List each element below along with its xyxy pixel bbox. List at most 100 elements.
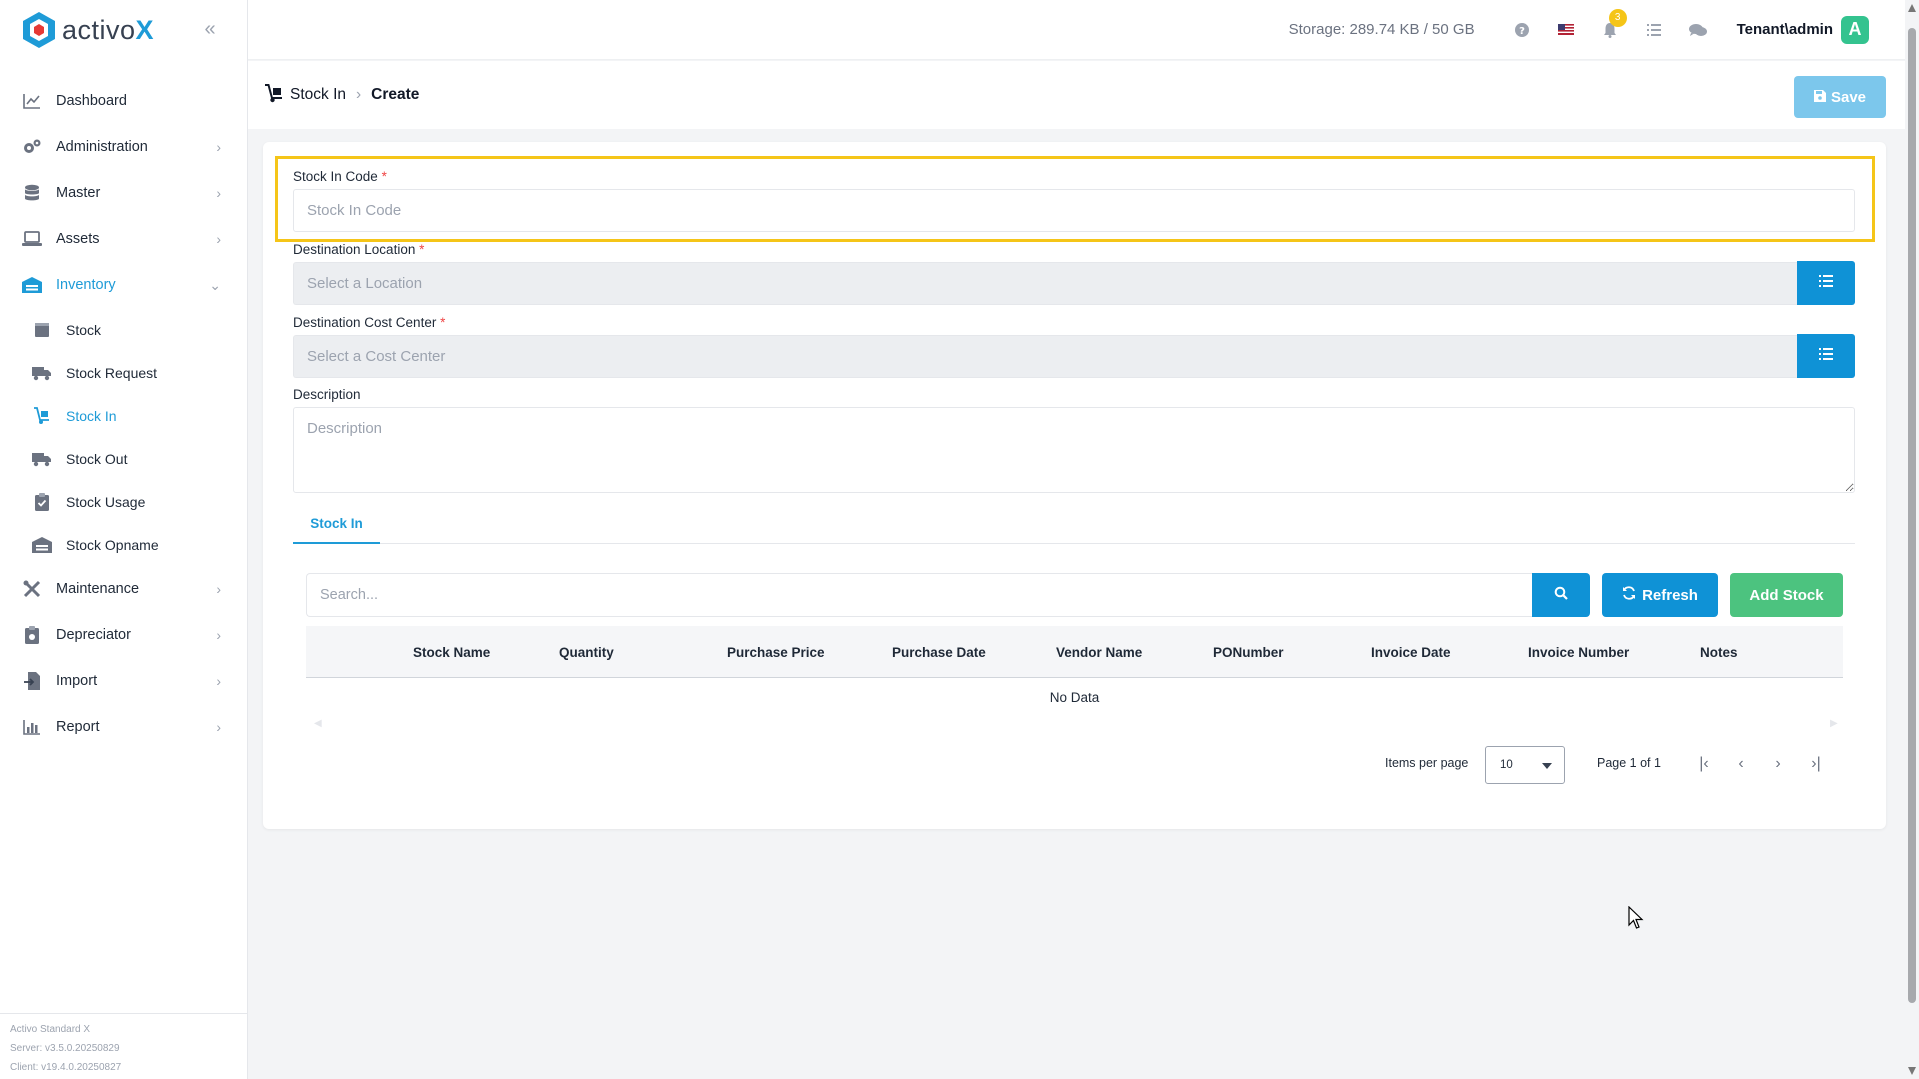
- floppy-disk-icon: [1813, 89, 1826, 105]
- search-button[interactable]: [1532, 573, 1590, 617]
- breadcrumb-parent[interactable]: Stock In: [290, 86, 346, 104]
- chevron-right-icon: ›: [356, 86, 362, 103]
- column-header[interactable]: Stock Name: [413, 626, 490, 678]
- stock-in-code-input[interactable]: Stock In Code: [293, 189, 1855, 232]
- product-name: Activo Standard X: [10, 1024, 91, 1035]
- sidebar-subitem-stock-usage[interactable]: Stock Usage: [0, 480, 247, 523]
- chat-icon[interactable]: [1687, 19, 1709, 41]
- sidebar-nav: Dashboard Administration › Master › Asse…: [0, 78, 247, 750]
- add-stock-button[interactable]: Add Stock: [1730, 573, 1843, 617]
- sidebar-item-label: Master: [56, 185, 101, 201]
- sidebar-item-label: Inventory: [56, 277, 116, 293]
- task-list-icon[interactable]: [1643, 19, 1665, 41]
- sidebar-item-label: Maintenance: [56, 581, 140, 597]
- description-label: Description: [293, 387, 361, 402]
- clipboard-check-icon: [32, 492, 52, 512]
- column-header[interactable]: Vendor Name: [1056, 626, 1142, 678]
- destination-cost-center-select[interactable]: Select a Cost Center: [293, 335, 1797, 378]
- sidebar-item-label: Report: [56, 719, 100, 735]
- sidebar-item-import[interactable]: Import ›: [0, 658, 247, 704]
- column-header[interactable]: Invoice Date: [1371, 626, 1451, 678]
- column-header[interactable]: PONumber: [1213, 626, 1284, 678]
- scroll-down-icon[interactable]: [1908, 1067, 1916, 1075]
- sidebar-subitem-stock-out[interactable]: Stock Out: [0, 437, 247, 480]
- prev-page-icon[interactable]: ‹: [1729, 752, 1753, 776]
- sidebar-item-report[interactable]: Report ›: [0, 704, 247, 750]
- stock-in-code-label: Stock In Code *: [293, 169, 387, 184]
- list-filter-icon: [1819, 347, 1833, 365]
- sidebar-item-inventory[interactable]: Inventory ⌄: [0, 262, 247, 308]
- search-input[interactable]: Search...: [306, 573, 1532, 617]
- sidebar-subitem-stock[interactable]: Stock: [0, 308, 247, 351]
- last-page-icon[interactable]: ›|: [1804, 752, 1828, 776]
- tab-stock-in[interactable]: Stock In: [293, 504, 380, 544]
- first-page-icon[interactable]: |‹: [1692, 752, 1716, 776]
- sidebar-subitem-label: Stock Opname: [66, 536, 159, 553]
- truck-icon: [32, 363, 52, 383]
- items-per-page-select[interactable]: 10: [1485, 746, 1565, 784]
- destination-cost-center-label: Destination Cost Center *: [293, 315, 446, 330]
- column-header[interactable]: Purchase Date: [892, 626, 986, 678]
- scroll-up-icon[interactable]: [1908, 4, 1916, 12]
- scroll-right-icon[interactable]: ▶: [1830, 718, 1838, 729]
- sidebar: activoX « Dashboard Administration › Mas…: [0, 0, 248, 1079]
- chevron-right-icon: ›: [216, 185, 221, 201]
- tools-icon: [22, 579, 42, 599]
- sidebar-item-label: Import: [56, 673, 98, 689]
- description-textarea[interactable]: [293, 407, 1855, 493]
- storage-usage: Storage: 289.74 KB / 50 GB: [1288, 21, 1475, 38]
- save-button[interactable]: Save: [1794, 76, 1886, 118]
- list-filter-icon: [1819, 274, 1833, 292]
- form-card: Stock In Code * Stock In Code Destinatio…: [263, 142, 1886, 829]
- chevron-right-icon: ›: [216, 231, 221, 247]
- column-header[interactable]: Notes: [1700, 626, 1738, 678]
- destination-location-select[interactable]: Select a Location: [293, 262, 1797, 305]
- collapse-sidebar-icon[interactable]: «: [199, 18, 221, 40]
- refresh-button[interactable]: Refresh: [1602, 573, 1718, 617]
- sidebar-item-assets[interactable]: Assets ›: [0, 216, 247, 262]
- sidebar-subitem-stock-in[interactable]: Stock In: [0, 394, 247, 437]
- dropdown-caret-icon: [1542, 763, 1552, 769]
- next-page-icon[interactable]: ›: [1766, 752, 1790, 776]
- location-lookup-button[interactable]: [1797, 261, 1855, 305]
- sidebar-subitem-stock-request[interactable]: Stock Request: [0, 351, 247, 394]
- sidebar-item-master[interactable]: Master ›: [0, 170, 247, 216]
- box-icon: [32, 320, 52, 340]
- notification-bell-icon[interactable]: 3: [1599, 8, 1627, 41]
- logo-text: activoX: [62, 14, 155, 45]
- table-header: Stock Name Quantity Purchase Price Purch…: [306, 626, 1843, 678]
- sidebar-item-administration[interactable]: Administration ›: [0, 124, 247, 170]
- breadcrumb: Stock In › Create: [264, 83, 419, 108]
- column-header[interactable]: Invoice Number: [1528, 626, 1629, 678]
- chevron-down-icon: ⌄: [209, 276, 221, 293]
- items-per-page-label: Items per page: [1385, 756, 1469, 770]
- sidebar-item-dashboard[interactable]: Dashboard: [0, 78, 247, 124]
- sidebar-item-depreciator[interactable]: Depreciator ›: [0, 612, 247, 658]
- sidebar-item-maintenance[interactable]: Maintenance ›: [0, 566, 247, 612]
- us-flag-icon[interactable]: [1555, 19, 1577, 41]
- help-icon[interactable]: ?: [1511, 19, 1533, 41]
- page-scrollbar[interactable]: [1905, 0, 1919, 1079]
- clipboard-dollar-icon: [22, 625, 42, 645]
- scroll-left-icon[interactable]: ◀: [314, 718, 322, 729]
- svg-text:?: ?: [1519, 26, 1525, 37]
- sidebar-subitem-stock-opname[interactable]: Stock Opname: [0, 523, 247, 566]
- column-header[interactable]: Quantity: [559, 626, 614, 678]
- sidebar-subitem-label: Stock Request: [66, 364, 158, 381]
- refresh-button-label: Refresh: [1642, 586, 1698, 604]
- sidebar-item-label: Dashboard: [56, 93, 127, 109]
- sidebar-item-label: Depreciator: [56, 627, 131, 643]
- chevron-right-icon: ›: [216, 719, 221, 735]
- database-icon: [22, 183, 42, 203]
- avatar[interactable]: A: [1841, 15, 1869, 44]
- tab-bar: Stock In: [293, 504, 1855, 544]
- sidebar-subitem-label: Stock Usage: [66, 493, 146, 510]
- scrollbar-thumb[interactable]: [1908, 28, 1916, 1003]
- sidebar-subitem-label: Stock Out: [66, 450, 128, 467]
- column-header[interactable]: Purchase Price: [727, 626, 825, 678]
- logo[interactable]: activoX «: [0, 0, 247, 60]
- warehouse-icon: [22, 275, 42, 295]
- cost-center-lookup-button[interactable]: [1797, 334, 1855, 378]
- save-button-label: Save: [1830, 88, 1867, 106]
- user-name[interactable]: Tenant\admin: [1737, 21, 1833, 38]
